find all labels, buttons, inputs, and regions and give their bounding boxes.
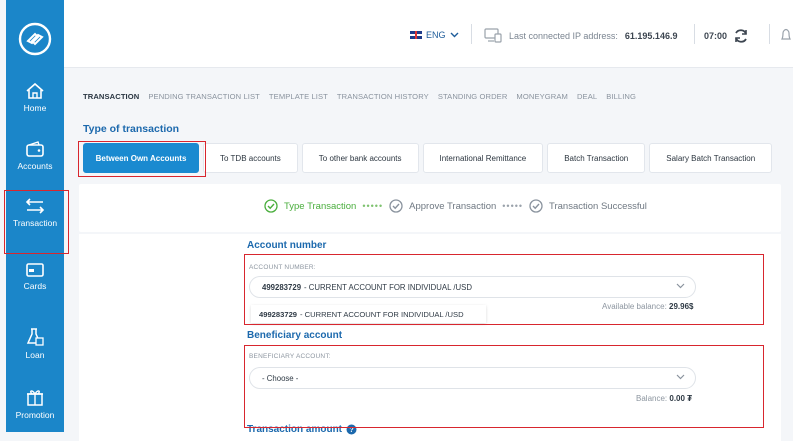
wallet-icon <box>26 141 44 157</box>
check-circle-icon <box>264 199 278 213</box>
highlight-box-sidebar-transaction <box>4 190 69 254</box>
type-of-transaction-title: Type of transaction <box>83 123 180 135</box>
sidebar-item-label: Promotion <box>15 410 55 420</box>
to-tdb-accounts-button[interactable]: To TDB accounts <box>203 143 298 173</box>
step-type-transaction: Type Transaction <box>284 200 357 212</box>
tab-template-list[interactable]: TEMPLATE LIST <box>269 92 328 101</box>
international-remittance-button[interactable]: International Remittance <box>422 143 544 173</box>
sidebar-item-label: Loan <box>25 350 45 360</box>
sidebar-item-label: Home <box>23 103 47 113</box>
last-ip-info: Last connected IP address: 61.195.146.9 <box>484 28 677 43</box>
sidebar-item-home[interactable]: Home <box>6 82 64 113</box>
step-transaction-successful: Transaction Successful <box>549 200 647 212</box>
svg-text:?: ? <box>349 427 353 434</box>
chevron-down-icon <box>450 32 459 38</box>
gift-icon <box>27 390 43 406</box>
divider <box>471 24 472 44</box>
tab-pending-transaction-list[interactable]: PENDING TRANSACTION LIST <box>148 92 260 101</box>
top-bar: ENG Last connected IP address: 61.195.14… <box>64 0 793 68</box>
divider <box>769 24 770 44</box>
session-time: 07:00 <box>704 31 728 41</box>
sidebar-item-label: Accounts <box>17 161 53 171</box>
card-icon <box>26 263 44 277</box>
beneficiary-account-title: Beneficiary account <box>247 330 343 341</box>
uk-flag-icon <box>410 31 422 39</box>
sidebar-item-loan[interactable]: Loan <box>6 327 64 360</box>
highlight-box-beneficiary <box>244 345 764 428</box>
to-other-bank-accounts-button[interactable]: To other bank accounts <box>301 143 419 173</box>
tab-deal[interactable]: DEAL <box>577 92 597 101</box>
sidebar-item-accounts[interactable]: Accounts <box>6 140 64 171</box>
ip-value: 61.195.146.9 <box>624 30 678 41</box>
tab-transaction-history[interactable]: TRANSACTION HISTORY <box>337 92 429 101</box>
refresh-icon[interactable] <box>733 28 749 44</box>
tab-standing-order[interactable]: STANDING ORDER <box>438 92 508 101</box>
loan-icon <box>26 328 44 346</box>
divider <box>694 24 695 44</box>
highlight-box-account-number <box>244 254 764 325</box>
bank-logo-icon[interactable] <box>18 22 52 56</box>
sidebar-item-promotion[interactable]: Promotion <box>6 387 64 420</box>
batch-transaction-button[interactable]: Batch Transaction <box>547 143 646 173</box>
app-frame: Home Accounts Transaction Cards Loan Pro… <box>0 0 793 441</box>
progress-steps: Type Transaction ••••• Approve Transacti… <box>264 199 647 213</box>
step-approve-transaction: Approve Transaction <box>409 200 497 212</box>
highlight-box-type-button <box>78 141 206 177</box>
monitor-icon <box>484 28 502 43</box>
sidebar-item-cards[interactable]: Cards <box>6 262 64 291</box>
tab-billing[interactable]: BILLING <box>606 92 636 101</box>
ip-label: Last connected IP address: <box>509 30 618 41</box>
account-number-title: Account number <box>247 240 327 251</box>
sidebar-item-label: Cards <box>23 281 47 291</box>
language-label: ENG <box>426 30 446 40</box>
progress-steps-card: Type Transaction ••••• Approve Transacti… <box>79 184 781 232</box>
bell-icon[interactable] <box>780 28 792 43</box>
step-connector: ••••• <box>362 201 384 211</box>
tab-moneygram[interactable]: MONEYGRAM <box>516 92 568 101</box>
transaction-tabs: TRANSACTION PENDING TRANSACTION LIST TEM… <box>83 92 636 101</box>
check-circle-icon <box>389 199 403 213</box>
step-connector: ••••• <box>502 201 524 211</box>
home-icon <box>26 82 44 99</box>
session-timer: 07:00 <box>704 28 749 44</box>
salary-batch-transaction-button[interactable]: Salary Batch Transaction <box>649 143 773 173</box>
language-selector[interactable]: ENG <box>410 30 459 40</box>
tab-transaction[interactable]: TRANSACTION <box>83 92 139 101</box>
check-circle-icon <box>529 199 543 213</box>
